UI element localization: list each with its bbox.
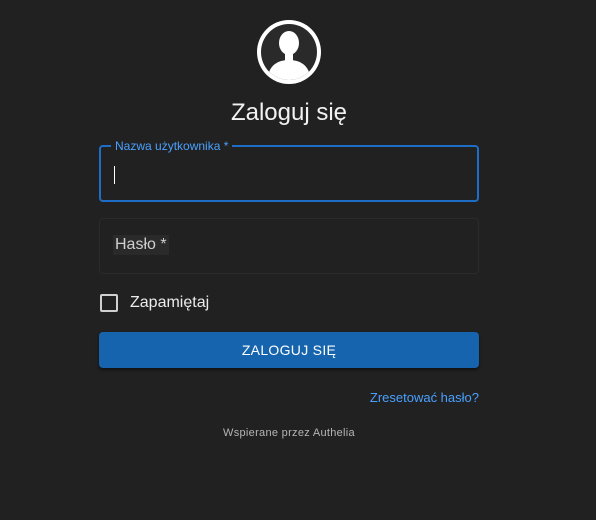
page-title: Zaloguj się <box>230 99 348 126</box>
remember-me[interactable]: Zapamiętaj <box>100 293 209 313</box>
login-page: Zaloguj się Nazwa użytkownika * Hasło * … <box>0 0 596 520</box>
login-button[interactable]: ZALOGUJ SIĘ <box>99 332 479 368</box>
username-input[interactable] <box>113 157 463 191</box>
password-field[interactable]: Hasło * <box>99 218 479 274</box>
remember-checkbox[interactable] <box>100 294 118 312</box>
remember-label: Zapamiętaj <box>130 294 210 311</box>
text-cursor <box>114 166 115 184</box>
reset-password-link[interactable]: Zresetować hasło? <box>370 390 479 405</box>
username-field[interactable]: Nazwa użytkownika * <box>99 138 479 202</box>
powered-by-text: Wspierane przez Authelia <box>223 427 355 439</box>
password-label: Hasło * <box>113 235 169 255</box>
user-avatar-icon <box>257 20 321 84</box>
username-label: Nazwa użytkownika * <box>111 138 233 154</box>
